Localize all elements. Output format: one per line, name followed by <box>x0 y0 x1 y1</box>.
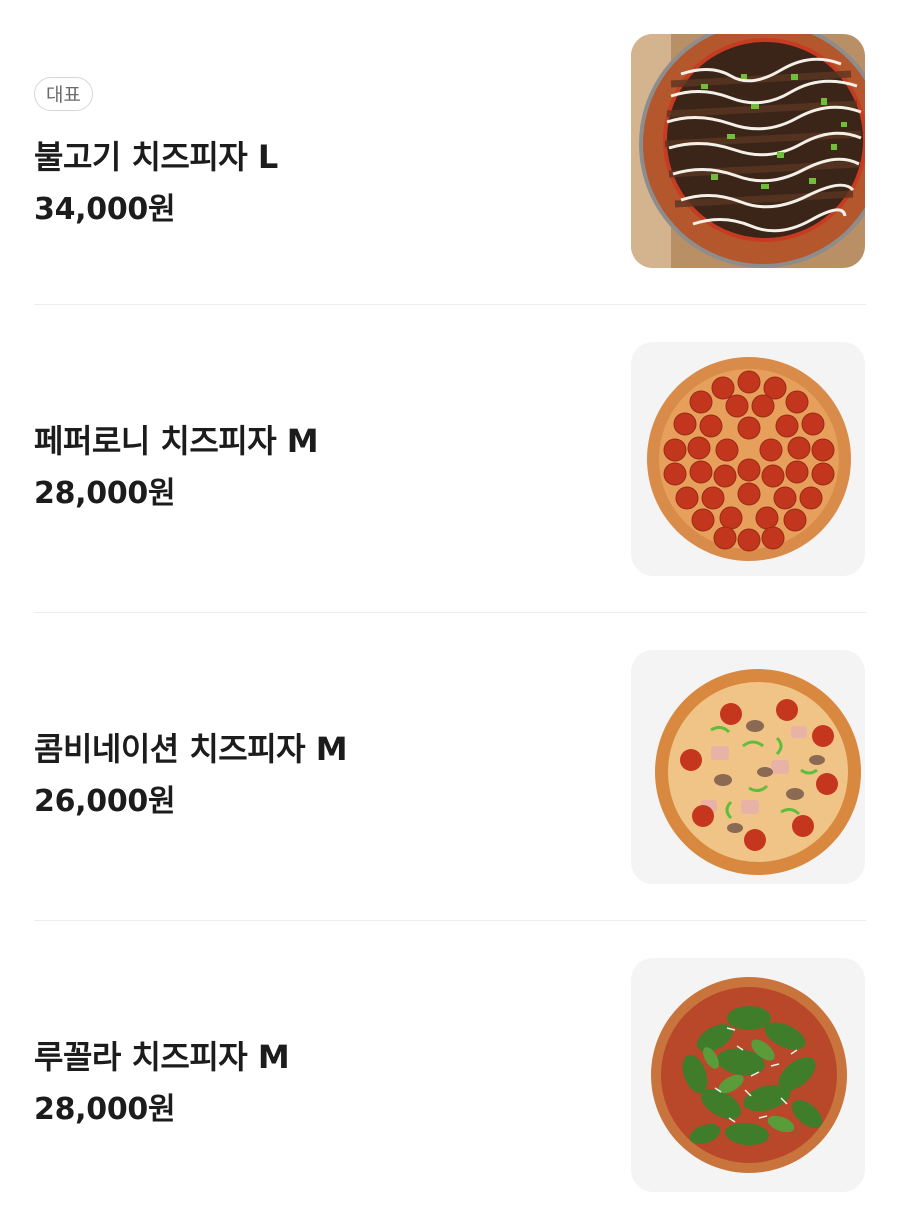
menu-item-price: 28,000원 <box>34 1092 176 1127</box>
menu-item-arugula-pizza[interactable]: 루꼴라 치즈피자 M 28,000원 <box>34 958 866 1192</box>
pepperoni-pizza-photo[interactable] <box>631 342 865 576</box>
combination-pizza-photo[interactable] <box>631 650 865 884</box>
divider <box>34 920 866 921</box>
menu-item-pepperoni-pizza[interactable]: 페퍼로니 치즈피자 M 28,000원 <box>34 342 866 576</box>
menu-item-info: 대표 불고기 치즈피자 L 34,000원 <box>34 34 594 268</box>
menu-item-price: 28,000원 <box>34 476 176 511</box>
menu-item-info: 콤비네이션 치즈피자 M 26,000원 <box>34 650 594 884</box>
menu-item-name: 콤비네이션 치즈피자 M <box>34 730 348 768</box>
menu-item-info: 루꼴라 치즈피자 M 28,000원 <box>34 958 594 1192</box>
signature-badge: 대표 <box>34 77 93 111</box>
menu-item-price: 26,000원 <box>34 784 176 819</box>
menu-item-bulgogi-pizza[interactable]: 대표 불고기 치즈피자 L 34,000원 <box>34 34 866 268</box>
menu-item-name: 루꼴라 치즈피자 M <box>34 1038 290 1076</box>
arugula-pizza-photo[interactable] <box>631 958 865 1192</box>
menu-item-combination-pizza[interactable]: 콤비네이션 치즈피자 M 26,000원 <box>34 650 866 884</box>
menu-item-name: 페퍼로니 치즈피자 M <box>34 422 319 460</box>
menu-item-name: 불고기 치즈피자 L <box>34 138 278 176</box>
divider <box>34 304 866 305</box>
menu-list: 대표 불고기 치즈피자 L 34,000원 페퍼로니 치즈피자 M 28,000… <box>0 0 900 1207</box>
bulgogi-pizza-photo[interactable] <box>631 34 865 268</box>
menu-item-info: 페퍼로니 치즈피자 M 28,000원 <box>34 342 594 576</box>
menu-item-price: 34,000원 <box>34 192 176 227</box>
divider <box>34 612 866 613</box>
